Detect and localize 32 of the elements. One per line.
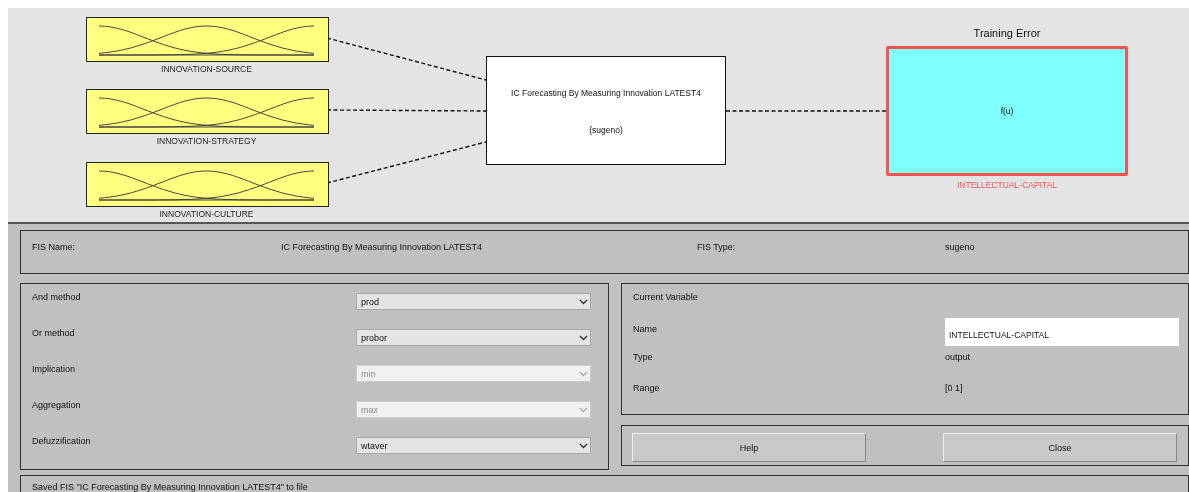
output-variable-box[interactable]: f(u) — [886, 46, 1128, 176]
input-variable-label: INNOVATION-STRATEGY — [155, 136, 258, 146]
field-value: IC Forecasting By Measuring Innovation LATEST4 — [281, 242, 483, 252]
field-value: sugeno — [945, 242, 975, 252]
field-value: [0 1] — [945, 382, 964, 395]
function-label: f(u) — [1000, 106, 1014, 116]
input-variable-label: INNOVATION-CULTURE — [158, 209, 255, 219]
method-dropdown[interactable]: probor — [356, 329, 591, 346]
method-label: Implication — [32, 363, 76, 374]
panel-title: Current Variable — [633, 292, 698, 302]
output-variable-label: INTELLECTUAL-CAPITAL — [956, 180, 1058, 190]
method-dropdown[interactable]: wtaver — [356, 437, 591, 454]
input-variable-label: INNOVATION-SOURCE — [160, 64, 253, 74]
field-label: FIS Type: — [697, 242, 737, 252]
help-button[interactable]: Help — [632, 433, 866, 462]
field-label: Name — [633, 323, 658, 336]
field-value: output — [945, 351, 972, 364]
system-title: IC Forecasting By Measuring Innovation LATEST4 — [511, 88, 701, 98]
output-title: Training Error — [972, 27, 1042, 39]
field-label: Type — [633, 351, 654, 364]
method-label: And method — [32, 291, 81, 302]
name-field[interactable]: INTELLECTUAL-CAPITAL — [945, 318, 1179, 346]
status-text: Saved FIS "IC Forecasting By Measuring Innovation LATEST4" to file — [32, 482, 308, 492]
method-label: Defuzzification — [32, 435, 91, 446]
method-label: Or method — [32, 327, 75, 338]
system-type: (sugeno) — [589, 125, 623, 135]
method-dropdown[interactable]: prod — [356, 293, 591, 310]
close-button[interactable]: Close — [943, 433, 1177, 462]
field-label: FIS Name: — [32, 242, 76, 252]
system-box[interactable]: IC Forecasting By Measuring Innovation LATEST4 (sugeno) — [486, 56, 726, 165]
field-label: Range — [633, 382, 661, 395]
method-label: Aggregation — [32, 399, 81, 410]
